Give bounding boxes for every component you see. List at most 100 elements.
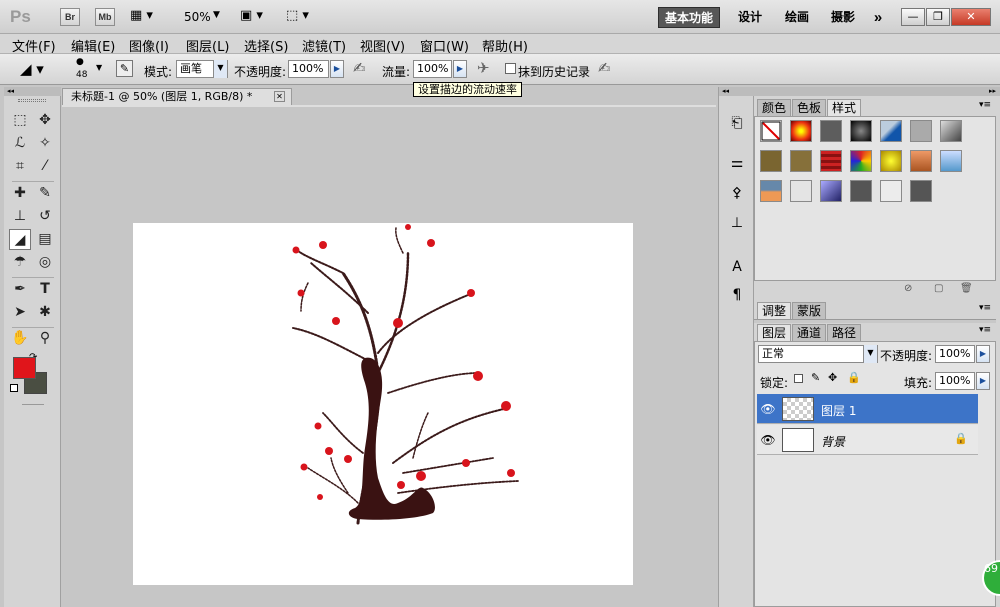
layer-row-background[interactable]: 👁 背景 🔒	[757, 425, 978, 455]
history-brush-tool-icon[interactable]: ↺	[34, 206, 56, 227]
zoom-dropdown-icon[interactable]: ▼	[213, 10, 220, 20]
style-swatch[interactable]	[820, 150, 842, 172]
panels-collapse-icon[interactable]: ▸▸	[754, 87, 1000, 96]
tab-adjustments[interactable]: 调整	[757, 302, 792, 319]
erase-history-checkbox[interactable]	[505, 63, 516, 74]
layer-opacity-slider-toggle[interactable]: ▶	[976, 345, 990, 363]
lock-image-icon[interactable]: ✎	[811, 371, 820, 384]
paragraph-panel-icon[interactable]: ¶	[727, 287, 747, 303]
opacity-slider-toggle[interactable]: ▶	[330, 60, 344, 78]
menu-file[interactable]: 文件(F)	[12, 36, 56, 55]
clear-style-icon[interactable]: ⊘	[904, 283, 912, 294]
path-selection-tool-icon[interactable]: ➤	[9, 302, 31, 323]
style-swatch[interactable]	[820, 180, 842, 202]
tab-channels[interactable]: 通道	[792, 324, 827, 341]
menu-filter[interactable]: 滤镜(T)	[302, 36, 346, 55]
mode-select[interactable]: 画笔 ▼	[176, 60, 228, 78]
type-tool-icon[interactable]: T	[34, 279, 56, 300]
layer-name[interactable]: 图层 1	[821, 402, 856, 419]
brush-tool-icon[interactable]: ✎	[34, 183, 56, 204]
brush-dot-icon[interactable]: ●	[76, 57, 84, 67]
quick-selection-tool-icon[interactable]: ✧	[34, 133, 56, 154]
zoom-level[interactable]: 50%	[184, 10, 211, 24]
marquee-tool-icon[interactable]: ⬚	[9, 110, 31, 131]
toolbox-collapse-icon[interactable]: ◂◂	[4, 87, 61, 96]
flow-slider-toggle[interactable]: ▶	[453, 60, 467, 78]
layers-panel-menu-icon[interactable]: ▾≡	[979, 325, 991, 335]
menu-image[interactable]: 图像(I)	[129, 36, 169, 55]
lock-position-icon[interactable]: ✥	[828, 371, 837, 384]
workspace-photography-button[interactable]: 摄影	[823, 7, 863, 28]
minimize-button[interactable]: —	[901, 8, 925, 26]
airbrush-icon[interactable]: ✈	[477, 59, 490, 77]
style-swatch[interactable]	[880, 120, 902, 142]
menu-edit[interactable]: 编辑(E)	[71, 36, 115, 55]
clone-stamp-tool-icon[interactable]: ⊥	[9, 206, 31, 227]
crop-tool-icon[interactable]: ⌗	[9, 156, 31, 177]
restore-button[interactable]: ❐	[926, 8, 950, 26]
mini-bridge-button[interactable]: Mb	[95, 8, 115, 26]
custom-shape-tool-icon[interactable]: ✱	[34, 302, 56, 323]
menu-layer[interactable]: 图层(L)	[186, 36, 229, 55]
visibility-eye-icon[interactable]: 👁	[760, 402, 776, 416]
lasso-tool-icon[interactable]: ℒ	[9, 133, 31, 154]
style-swatch[interactable]	[790, 180, 812, 202]
close-button[interactable]: ✕	[951, 8, 991, 26]
style-swatch[interactable]	[850, 150, 872, 172]
view-extras-button[interactable]: ▦ ▾	[130, 8, 160, 26]
tab-paths[interactable]: 路径	[827, 324, 862, 341]
layer-opacity-input[interactable]: 100%	[935, 345, 975, 363]
move-tool-icon[interactable]: ✥	[34, 110, 56, 131]
gradient-tool-icon[interactable]: ▤	[34, 229, 56, 250]
bridge-button[interactable]: Br	[60, 8, 80, 26]
blend-mode-select[interactable]: 正常 ▼	[758, 345, 878, 363]
menu-select[interactable]: 选择(S)	[244, 36, 288, 55]
mode-dropdown-icon[interactable]: ▼	[213, 60, 227, 78]
style-swatch[interactable]	[820, 120, 842, 142]
tablet-size-icon[interactable]: ✍	[598, 59, 611, 77]
hand-tool-icon[interactable]: ✋	[9, 328, 31, 349]
document-tab[interactable]: 未标题-1 @ 50% (图层 1, RGB/8) * ✕	[62, 88, 292, 105]
brush-picker-arrow-icon[interactable]: ▼	[96, 63, 102, 72]
lock-all-icon[interactable]: 🔒	[847, 371, 861, 384]
styles-panel-menu-icon[interactable]: ▾≡	[979, 100, 991, 110]
menu-window[interactable]: 窗口(W)	[420, 36, 469, 55]
tab-masks[interactable]: 蒙版	[792, 302, 827, 319]
workspace-essentials-button[interactable]: 基本功能	[658, 7, 720, 28]
screen-mode-button[interactable]: ⬚ ▾	[286, 8, 309, 23]
style-swatch[interactable]	[880, 150, 902, 172]
workspace-painting-button[interactable]: 绘画	[777, 7, 817, 28]
style-swatch[interactable]	[940, 150, 962, 172]
pen-tool-icon[interactable]: ✒	[9, 279, 31, 300]
style-swatch[interactable]	[790, 120, 812, 142]
visibility-eye-icon[interactable]: 👁	[760, 433, 776, 447]
style-swatch[interactable]	[850, 120, 872, 142]
tab-swatches[interactable]: 色板	[792, 99, 827, 116]
blur-tool-icon[interactable]: ☂	[9, 252, 31, 273]
menu-help[interactable]: 帮助(H)	[482, 36, 528, 55]
style-swatch[interactable]	[790, 150, 812, 172]
style-swatch[interactable]	[850, 180, 872, 202]
foreground-color-swatch[interactable]	[13, 357, 36, 379]
style-swatch[interactable]	[910, 120, 932, 142]
delete-style-icon[interactable]: 🗑	[960, 283, 973, 294]
dodge-tool-icon[interactable]: ◎	[34, 252, 56, 273]
arrange-documents-button[interactable]: ▣ ▾	[240, 8, 263, 23]
adjustments-panel-menu-icon[interactable]: ▾≡	[979, 303, 991, 313]
document-close-icon[interactable]: ✕	[274, 91, 285, 102]
tab-color[interactable]: 颜色	[757, 99, 792, 116]
layer-name[interactable]: 背景	[821, 433, 845, 450]
character-panel-icon[interactable]: A	[727, 259, 747, 275]
more-workspaces-icon[interactable]: »	[868, 7, 888, 28]
image-canvas[interactable]	[133, 223, 633, 585]
tab-styles[interactable]: 样式	[827, 99, 862, 116]
brush-presets-panel-icon[interactable]: ⚌	[727, 155, 747, 171]
workspace-design-button[interactable]: 设计	[730, 7, 770, 28]
opacity-input[interactable]: 100%	[288, 60, 329, 78]
tablet-opacity-icon[interactable]: ✍	[353, 59, 366, 77]
tool-presets-panel-icon[interactable]: ⊥	[727, 215, 747, 231]
style-swatch-none[interactable]	[760, 120, 782, 142]
zoom-tool-icon[interactable]: ⚲	[34, 328, 56, 349]
style-swatch[interactable]	[910, 180, 932, 202]
fill-slider-toggle[interactable]: ▶	[976, 372, 990, 390]
